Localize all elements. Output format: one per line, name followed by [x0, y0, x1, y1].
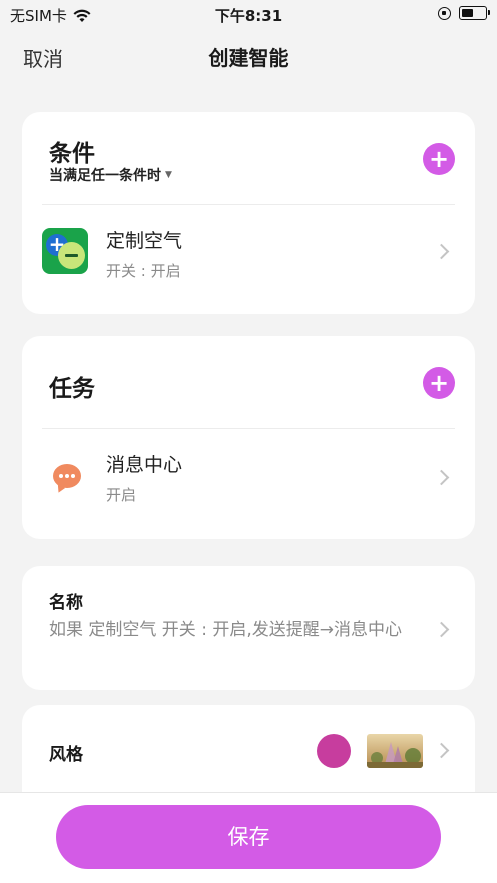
style-background-thumbnail[interactable]: [367, 734, 423, 768]
battery-icon: [459, 6, 490, 20]
save-button[interactable]: 保存: [56, 805, 441, 869]
bottom-bar: 保存: [0, 792, 497, 883]
task-item-title: 消息中心: [106, 454, 183, 476]
chevron-right-icon: [433, 469, 450, 486]
chevron-right-icon: [433, 621, 450, 638]
orientation-lock-icon: [438, 6, 451, 20]
divider: [42, 428, 455, 429]
status-time: 下午8:31: [214, 7, 283, 25]
name-label: 名称: [49, 593, 83, 613]
task-card: 任务 + 消息中心 开启: [22, 336, 475, 539]
condition-title: 条件: [49, 141, 95, 167]
condition-mode-label: 当满足任一条件时: [49, 168, 161, 184]
chevron-down-icon: ▼: [165, 170, 172, 180]
name-value: 如果 定制空气 开关 : 开启,发送提醒→消息中心: [49, 620, 402, 640]
page-title: 创建智能: [208, 46, 289, 70]
add-condition-button[interactable]: +: [423, 143, 455, 175]
status-bar: 无SIM卡 下午8:31: [0, 0, 497, 30]
add-task-button[interactable]: +: [423, 367, 455, 399]
chevron-right-icon: [433, 243, 450, 260]
task-item[interactable]: 消息中心 开启: [22, 336, 475, 504]
battery-level-fill: [462, 9, 473, 17]
condition-mode-selector[interactable]: 当满足任一条件时 ▼: [49, 165, 172, 185]
name-card[interactable]: 名称 如果 定制空气 开关 : 开启,发送提醒→消息中心: [22, 566, 475, 690]
task-item-subtitle: 开启: [106, 486, 137, 504]
chevron-right-icon: [433, 742, 450, 759]
custom-air-app-icon: +: [42, 228, 88, 274]
style-color-swatch[interactable]: [317, 734, 351, 768]
condition-item-title: 定制空气: [106, 230, 183, 252]
condition-item-subtitle: 开关 : 开启: [106, 262, 181, 280]
message-center-icon: [53, 464, 81, 488]
condition-card: 条件 当满足任一条件时 ▼ + + 定制空气 开关 : 开启: [22, 112, 475, 314]
status-right: [438, 6, 490, 20]
divider: [42, 204, 455, 205]
style-label: 风格: [49, 745, 83, 765]
task-title: 任务: [49, 376, 95, 402]
